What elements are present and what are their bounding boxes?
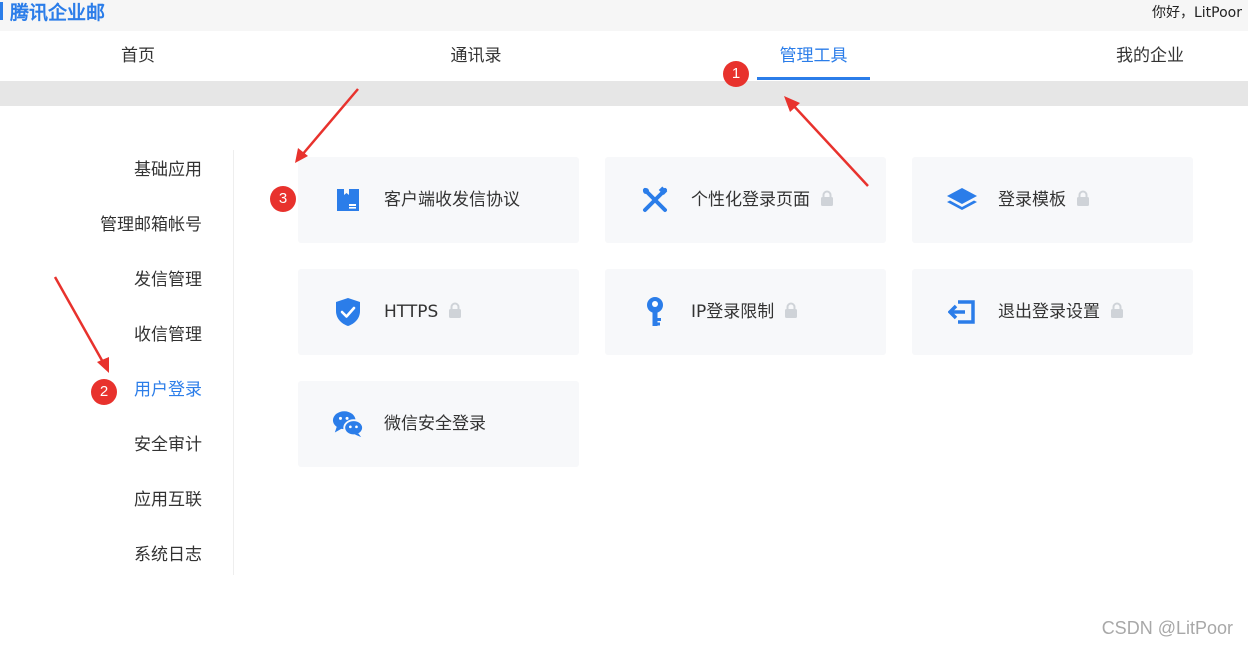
annotation-arrow-1: [784, 96, 869, 187]
annotation-badge-3: 3: [270, 186, 296, 212]
annotation-arrows: [53, 88, 869, 373]
annotation-arrow-2: [53, 276, 109, 373]
watermark: CSDN @LitPoor: [1101, 618, 1233, 638]
annotation-arrow-3: [295, 88, 359, 163]
annotation-badge-2: 2: [91, 379, 117, 405]
annotation-badge-1: 1: [723, 61, 749, 87]
